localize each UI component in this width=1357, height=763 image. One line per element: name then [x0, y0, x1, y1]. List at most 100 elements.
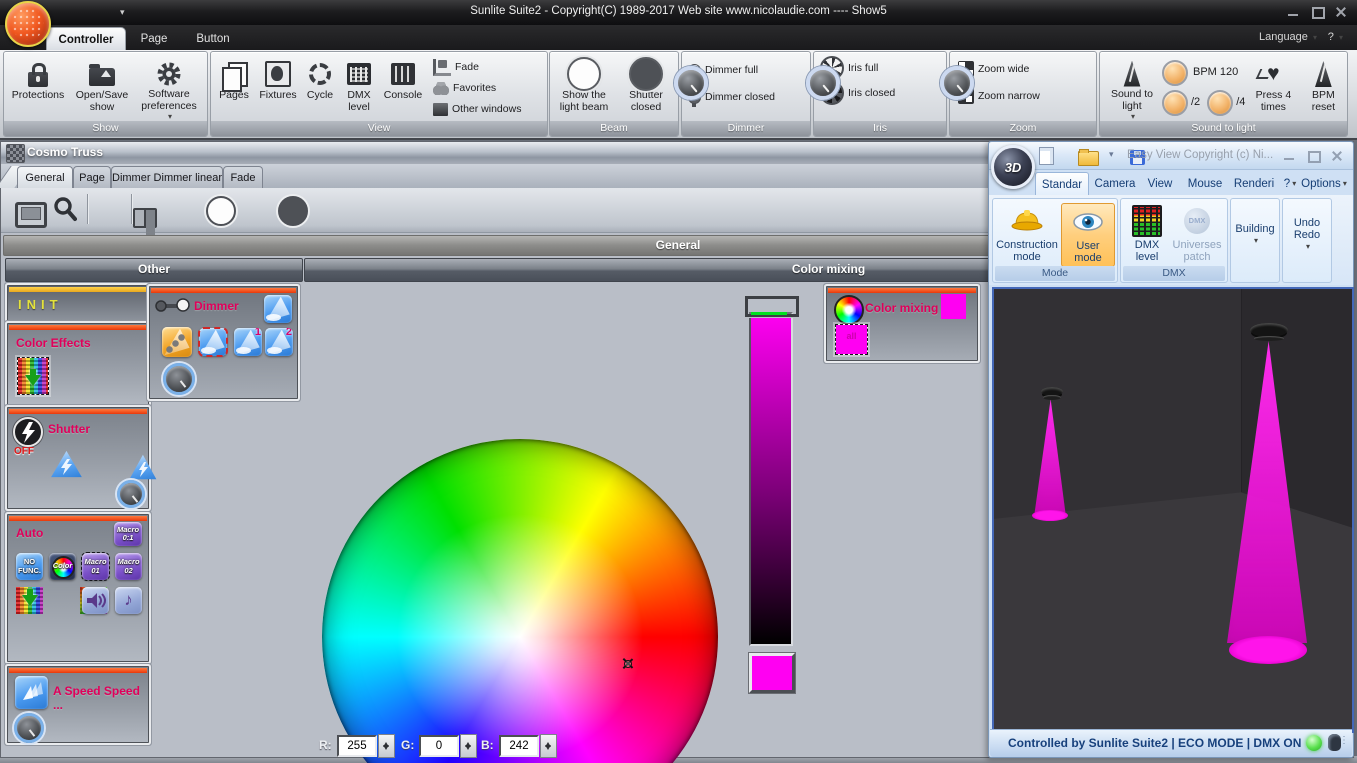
quick-access-chevron-icon[interactable]: ▾ — [120, 7, 125, 18]
cosmo-tab-general[interactable]: General — [17, 166, 73, 188]
color-mixing-all-button[interactable]: all — [835, 324, 868, 355]
auto-rainbow-down-button[interactable] — [16, 587, 43, 614]
dimmer-panel-knob[interactable] — [163, 363, 195, 395]
green-input[interactable] — [419, 735, 459, 757]
tab-controller[interactable]: Controller — [46, 27, 126, 51]
zoom-knob[interactable] — [940, 66, 974, 100]
ev-tab-view[interactable]: View — [1141, 172, 1179, 195]
dmx-globe-icon: DMX — [1184, 208, 1210, 234]
easyview-maximize-button[interactable] — [1306, 150, 1321, 163]
bpm-div2-label: /2 — [1191, 96, 1201, 109]
bpm-reset-button[interactable]: BPM reset — [1301, 55, 1345, 121]
ev-dmx-level-button[interactable]: DMX level — [1125, 203, 1169, 263]
fixtures-button[interactable]: Fixtures — [255, 55, 301, 121]
ev-tab-rendering[interactable]: Renderi — [1229, 172, 1279, 195]
blue-spinner[interactable] — [540, 734, 557, 758]
dimmer-selected-button[interactable] — [198, 327, 228, 357]
red-spinner[interactable] — [378, 734, 395, 758]
user-mode-button[interactable]: User mode — [1061, 203, 1115, 267]
cycle-button[interactable]: Cycle — [301, 55, 339, 121]
easyview-3d-logo[interactable]: 3D — [991, 145, 1035, 189]
red-input[interactable] — [337, 735, 377, 757]
zoom-search-button[interactable] — [53, 196, 77, 222]
pages-button[interactable]: Pages — [213, 55, 255, 121]
dimmer-preset2-button[interactable]: 2 — [265, 328, 293, 356]
fade-button[interactable]: Fade — [433, 57, 521, 77]
sunlite-logo[interactable] — [5, 1, 51, 47]
language-menu[interactable]: Language — [1259, 31, 1317, 43]
bpm-div2-led[interactable] — [1162, 90, 1188, 116]
preset-init[interactable]: INIT — [7, 285, 149, 321]
sound-to-light-button[interactable]: Sound to light — [1106, 55, 1158, 121]
iris-full-button[interactable]: Iris full — [820, 56, 946, 80]
favorites-button[interactable]: Favorites — [433, 78, 521, 98]
ev-tab-camera[interactable]: Camera — [1091, 172, 1139, 195]
cosmo-tab-fade[interactable]: Fade — [223, 166, 263, 188]
shutter-closed-button[interactable]: Shutter closed — [620, 55, 672, 121]
window-view-button[interactable] — [15, 202, 47, 228]
press-4-times-button[interactable]: ♥ Press 4 times — [1249, 55, 1297, 121]
new-document-icon[interactable] — [1039, 147, 1054, 165]
auto-macro02-button[interactable]: Macro 02 — [115, 553, 142, 580]
zoom-narrow-button[interactable]: Zoom narrow — [958, 86, 1096, 106]
cosmo-tab-page[interactable]: Page — [73, 166, 111, 188]
shutter-on-button[interactable] — [129, 454, 157, 480]
dimmer-orange-button[interactable] — [162, 327, 192, 357]
ev-options-menu[interactable]: Options — [1301, 172, 1347, 195]
beam-closed-button[interactable] — [278, 196, 309, 226]
shutter-off-button[interactable] — [51, 450, 82, 478]
undo-redo-button[interactable]: Undo Redo — [1285, 217, 1329, 253]
show-light-beam-button[interactable]: Show the light beam — [556, 55, 612, 121]
tab-button[interactable]: Button — [186, 27, 240, 50]
layout-button[interactable] — [133, 208, 158, 228]
software-preferences-button[interactable]: Software preferences — [134, 55, 204, 121]
beam-open-button[interactable] — [205, 196, 236, 226]
speed-knob[interactable] — [14, 713, 44, 743]
color-effects-rainbow-button[interactable] — [17, 357, 49, 395]
dimmer-preset1-button[interactable]: 1 — [234, 328, 262, 356]
ev-tab-mouse[interactable]: Mouse — [1183, 172, 1227, 195]
ev-help-menu[interactable]: ? — [1280, 172, 1300, 195]
construction-mode-button[interactable]: Construction mode — [996, 203, 1058, 263]
green-spinner[interactable] — [460, 734, 477, 758]
auto-music-button[interactable]: ♪ — [115, 587, 142, 614]
easyview-3d-viewport[interactable] — [992, 287, 1354, 733]
ev-tab-standard[interactable]: Standar — [1035, 172, 1089, 196]
auto-sound-button[interactable] — [82, 587, 109, 614]
qat-chevron-icon[interactable]: ▾ — [1109, 149, 1114, 160]
minimize-button[interactable] — [1286, 6, 1301, 18]
shutter-knob[interactable] — [117, 480, 146, 508]
protections-button[interactable]: Protections — [6, 55, 70, 121]
speed-fan-button[interactable] — [15, 676, 48, 709]
easyview-close-button[interactable] — [1330, 150, 1345, 162]
easyview-titlebar[interactable]: ▾ Easy View Copyright (c) Ni... — [989, 142, 1353, 170]
dmx-level-button[interactable]: DMX level — [339, 55, 379, 121]
tab-page[interactable]: Page — [132, 27, 176, 50]
other-windows-button[interactable]: Other windows — [433, 99, 521, 119]
dimmer-beam-top-button[interactable] — [264, 295, 292, 323]
close-button[interactable] — [1334, 6, 1349, 18]
restore-button[interactable] — [1310, 6, 1325, 19]
universes-patch-button[interactable]: DMX Universes patch — [1171, 203, 1223, 263]
help-menu[interactable]: ? — [1328, 31, 1343, 43]
open-save-show-button[interactable]: Open/Save show — [70, 55, 134, 121]
building-button[interactable]: Building — [1233, 223, 1277, 247]
open-folder-icon[interactable] — [1078, 149, 1100, 166]
bpm-div4-led[interactable] — [1207, 90, 1234, 116]
console-button[interactable]: Console — [379, 55, 427, 121]
easyview-minimize-button[interactable] — [1282, 150, 1297, 162]
color-wheel-cursor[interactable] — [621, 657, 634, 670]
cosmo-tab-dimmer-linear[interactable]: Dimmer Dimmer linear — [111, 166, 223, 188]
auto-macro01-button[interactable]: Macro 01 — [81, 552, 110, 581]
auto-color-button[interactable]: Color — [49, 553, 76, 580]
color-wheel[interactable] — [322, 439, 718, 763]
auto-no-func-button[interactable]: NO FUNC. — [16, 553, 43, 580]
brightness-slider-track[interactable] — [749, 312, 793, 646]
ribbon-group-beam: Show the light beam Shutter closed Beam — [549, 51, 679, 137]
bpm-led[interactable] — [1162, 60, 1188, 86]
iris-knob[interactable] — [806, 66, 840, 100]
dimmer-knob[interactable] — [674, 66, 708, 100]
auto-macro-mini-button[interactable]: Macro 0:1 — [114, 522, 142, 546]
zoom-wide-button[interactable]: Zoom wide — [958, 59, 1096, 79]
blue-input[interactable] — [499, 735, 539, 757]
